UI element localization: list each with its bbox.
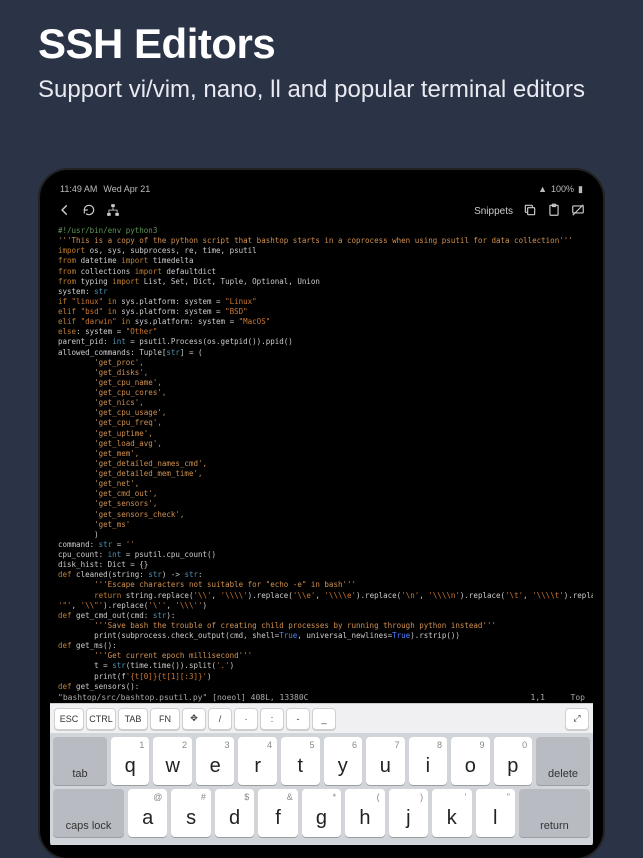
tab-key[interactable]: tab bbox=[53, 737, 107, 785]
key-f[interactable]: &f bbox=[258, 789, 297, 837]
paste-icon[interactable] bbox=[547, 203, 561, 220]
tablet-screen: 11:49 AM Wed Apr 21 ▲ 100% ▮ bbox=[50, 180, 593, 848]
screen-off-icon[interactable] bbox=[571, 203, 585, 220]
key-y[interactable]: 6y bbox=[324, 737, 363, 785]
vim-file-info: "bashtop/src/bashtop.psutil.py" [noeol] … bbox=[58, 693, 485, 702]
hero-subtitle: Support vi/vim, nano, ll and popular ter… bbox=[38, 74, 605, 105]
key-j[interactable]: )j bbox=[389, 789, 428, 837]
battery-icon: ▮ bbox=[578, 184, 583, 195]
key-q[interactable]: 1q bbox=[111, 737, 150, 785]
vim-scroll-pos: Top bbox=[545, 693, 585, 702]
app-toolbar: Snippets bbox=[50, 198, 593, 224]
key-i[interactable]: 8i bbox=[409, 737, 448, 785]
key-r[interactable]: 4r bbox=[238, 737, 277, 785]
back-icon[interactable] bbox=[58, 203, 72, 220]
key-o[interactable]: 9o bbox=[451, 737, 490, 785]
assist-key-tab[interactable]: TAB bbox=[118, 708, 148, 730]
assist-glyph[interactable]: _ bbox=[312, 708, 336, 730]
key-u[interactable]: 7u bbox=[366, 737, 405, 785]
assist-glyph[interactable]: / bbox=[208, 708, 232, 730]
key-w[interactable]: 2w bbox=[153, 737, 192, 785]
status-bar: 11:49 AM Wed Apr 21 ▲ 100% ▮ bbox=[50, 180, 593, 198]
assist-glyph[interactable]: ✥ bbox=[182, 708, 206, 730]
vim-status-line: "bashtop/src/bashtop.psutil.py" [noeol] … bbox=[50, 692, 593, 703]
battery-pct: 100% bbox=[551, 184, 574, 194]
return-key[interactable]: return bbox=[519, 789, 590, 837]
wifi-icon: ▲ bbox=[538, 184, 547, 194]
key-t[interactable]: 5t bbox=[281, 737, 320, 785]
assist-glyph[interactable]: · bbox=[234, 708, 258, 730]
assist-key-esc[interactable]: ESC bbox=[54, 708, 84, 730]
capslock-key[interactable]: caps lock bbox=[53, 789, 124, 837]
refresh-icon[interactable] bbox=[82, 203, 96, 220]
vim-cursor-pos: 1,1 bbox=[485, 693, 545, 702]
status-time: 11:49 AM bbox=[60, 184, 97, 194]
hero-title: SSH Editors bbox=[38, 20, 605, 68]
delete-key[interactable]: delete bbox=[536, 737, 590, 785]
key-a[interactable]: @a bbox=[128, 789, 167, 837]
key-k[interactable]: 'k bbox=[432, 789, 471, 837]
code-editor[interactable]: #!/usr/bin/env python3'''This is a copy … bbox=[50, 224, 593, 692]
snippets-button[interactable]: Snippets bbox=[474, 206, 513, 217]
key-s[interactable]: #s bbox=[171, 789, 210, 837]
assist-key-fn[interactable]: FN bbox=[150, 708, 180, 730]
keyboard-assist-row: ESCCTRLTABFN ✥/·:-_ ⤢ bbox=[50, 703, 593, 733]
key-h[interactable]: (h bbox=[345, 789, 384, 837]
key-d[interactable]: $d bbox=[215, 789, 254, 837]
soft-keyboard: tab1q2w3e4r5t6y7u8i9o0pdelete caps lock@… bbox=[50, 733, 593, 845]
copy-icon[interactable] bbox=[523, 203, 537, 220]
assist-key-ctrl[interactable]: CTRL bbox=[86, 708, 116, 730]
sitemap-icon[interactable] bbox=[106, 203, 120, 220]
assist-glyph[interactable]: - bbox=[286, 708, 310, 730]
key-l[interactable]: "l bbox=[476, 789, 515, 837]
key-p[interactable]: 0p bbox=[494, 737, 533, 785]
key-e[interactable]: 3e bbox=[196, 737, 235, 785]
status-date: Wed Apr 21 bbox=[103, 184, 150, 194]
tablet-frame: 11:49 AM Wed Apr 21 ▲ 100% ▮ bbox=[40, 170, 603, 858]
assist-glyph[interactable]: : bbox=[260, 708, 284, 730]
expand-keyboard-icon[interactable]: ⤢ bbox=[565, 708, 589, 730]
key-g[interactable]: *g bbox=[302, 789, 341, 837]
